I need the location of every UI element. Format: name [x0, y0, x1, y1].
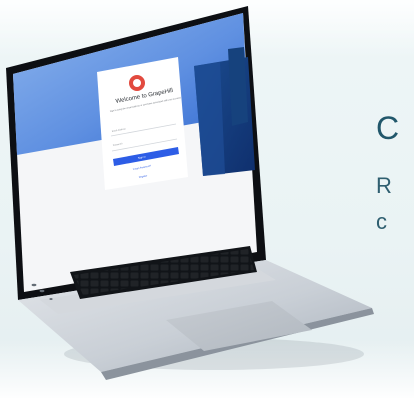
- usb-port-icon: [31, 283, 37, 287]
- laptop-illustration: Welcome to GrapeHill Sign in using the e…: [6, 6, 374, 380]
- logo-inner-mark: [133, 79, 141, 87]
- login-card: [97, 57, 188, 190]
- audio-port-icon: [49, 298, 53, 300]
- usb-port-icon-2: [39, 289, 45, 293]
